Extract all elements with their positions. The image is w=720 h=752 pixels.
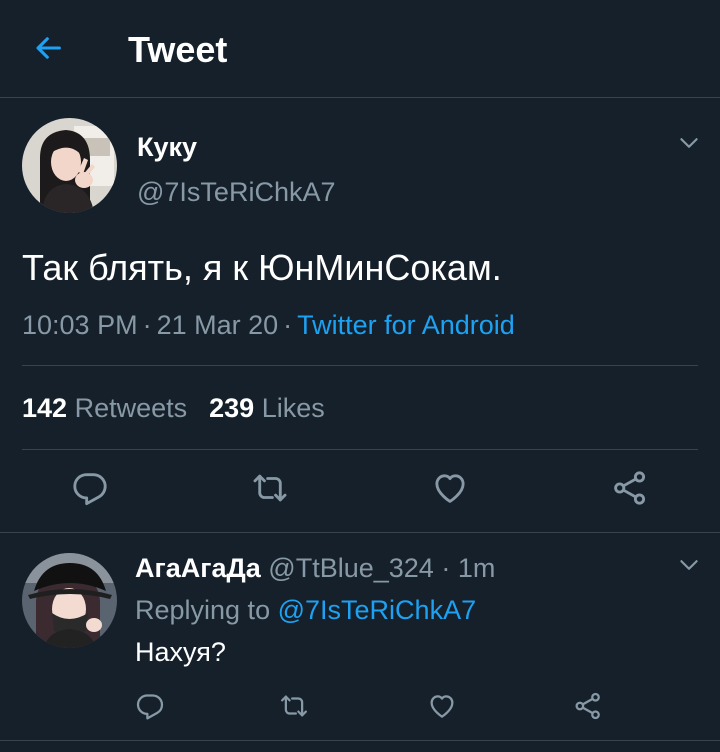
arrow-left-icon — [31, 31, 65, 70]
meta-separator: · — [283, 310, 293, 340]
like-icon — [431, 469, 469, 512]
reply-icon — [135, 691, 165, 726]
like-icon — [427, 691, 457, 726]
like-button[interactable] — [428, 468, 472, 512]
replying-to-handle-link[interactable]: @7IsTeRiChkA7 — [278, 595, 476, 625]
tweet-menu-button[interactable] — [674, 130, 704, 160]
replying-to: Replying to @7IsTeRiChkA7 — [135, 592, 476, 628]
reply-author-avatar[interactable] — [22, 553, 117, 648]
reply-button[interactable] — [68, 468, 112, 512]
page-title: Tweet — [128, 29, 228, 70]
reply-text: Нахуя? — [135, 637, 226, 667]
author-display-name[interactable]: Куку — [137, 130, 197, 164]
tweet-stats: 142 Retweets 239 Likes — [22, 390, 325, 426]
share-icon — [611, 469, 649, 512]
divider — [0, 740, 720, 741]
divider — [22, 365, 698, 366]
retweet-icon — [279, 691, 309, 726]
retweets-label: Retweets — [74, 393, 188, 423]
avatar-photo — [22, 118, 117, 213]
reply-share-button[interactable] — [570, 690, 606, 726]
meta-separator: · — [441, 553, 451, 583]
share-button[interactable] — [608, 468, 652, 512]
author-handle[interactable]: @7IsTeRiChkA7 — [137, 175, 335, 209]
tweet-text: Так блять, я к ЮнМинСокам. — [22, 247, 502, 288]
chevron-down-icon — [676, 552, 702, 583]
meta-separator: · — [142, 310, 152, 340]
tweet-date: 21 Mar 20 — [156, 310, 279, 340]
avatar-photo — [22, 553, 117, 648]
replying-to-label: Replying to — [135, 595, 271, 625]
reply-time: 1m — [457, 553, 496, 583]
likes-count: 239 — [209, 393, 255, 423]
tweet-meta: 10:03 PM · 21 Mar 20 · Twitter for Android — [22, 307, 515, 343]
tweet-time: 10:03 PM — [22, 310, 138, 340]
tweet-source-link[interactable]: Twitter for Android — [297, 310, 515, 340]
back-button[interactable] — [28, 30, 68, 70]
reply-author-display-name[interactable]: АгаАгаДа — [135, 553, 261, 583]
retweets-count: 142 — [22, 393, 68, 423]
likes-stat[interactable]: 239 Likes — [209, 393, 325, 423]
chevron-down-icon — [676, 130, 702, 161]
reply-icon — [71, 469, 109, 512]
likes-label: Likes — [261, 393, 325, 423]
reply-header: АгаАгаДа @TtBlue_324 · 1m — [135, 550, 495, 586]
divider — [22, 449, 698, 450]
reply-retweet-button[interactable] — [276, 690, 312, 726]
reply-menu-button[interactable] — [674, 552, 704, 582]
share-icon — [573, 691, 603, 726]
reply-like-button[interactable] — [424, 690, 460, 726]
reply-reply-button[interactable] — [132, 690, 168, 726]
divider — [0, 532, 720, 533]
retweet-button[interactable] — [248, 468, 292, 512]
retweets-stat[interactable]: 142 Retweets — [22, 393, 187, 423]
reply-author-handle[interactable]: @TtBlue_324 — [268, 553, 434, 583]
author-avatar[interactable] — [22, 118, 117, 213]
retweet-icon — [251, 469, 289, 512]
top-bar: Tweet — [0, 0, 720, 98]
